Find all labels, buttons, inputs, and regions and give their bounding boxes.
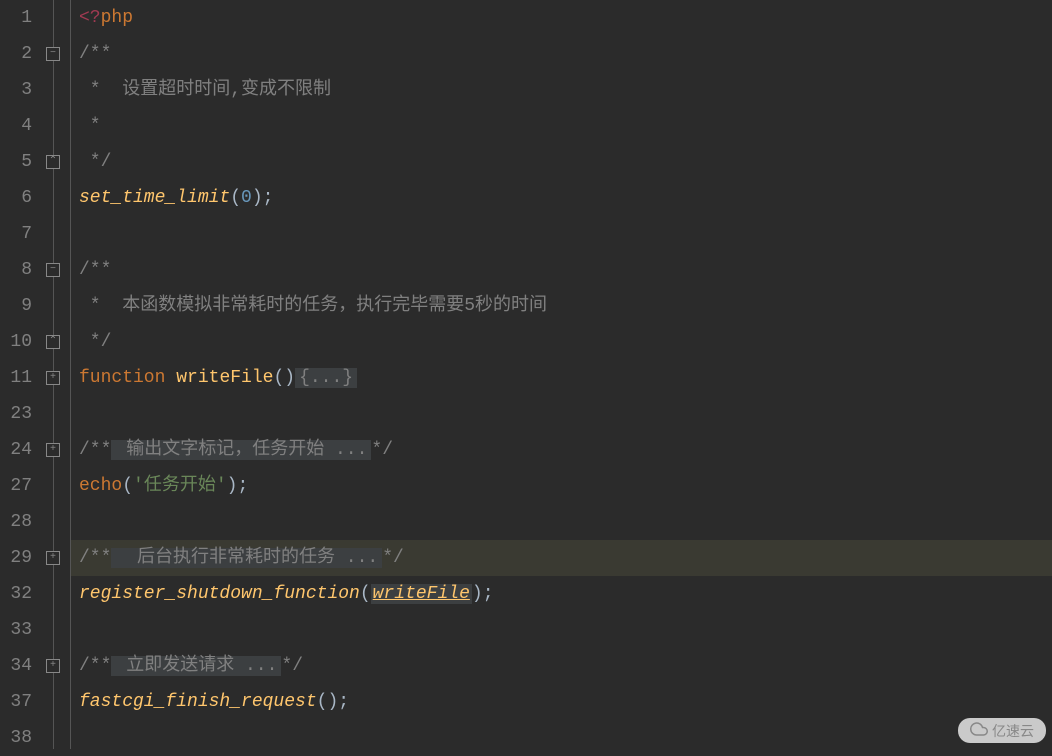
fold-gutter: − ⌃ − ⌃ + + + +	[40, 0, 70, 749]
code-line[interactable]: <?php	[71, 0, 1052, 36]
fold-toggle-plus-icon[interactable]: +	[46, 371, 60, 385]
line-number: 34	[0, 648, 32, 684]
folded-region: 立即发送请求 ...	[111, 656, 281, 676]
folded-region: 输出文字标记，任务开始 ...	[111, 440, 371, 460]
watermark-badge: 亿速云	[958, 718, 1046, 743]
fold-toggle-plus-icon[interactable]: +	[46, 551, 60, 565]
fold-toggle-plus-icon[interactable]: +	[46, 443, 60, 457]
line-number: 28	[0, 504, 32, 540]
code-line[interactable]: fastcgi_finish_request();	[71, 684, 1052, 720]
code-line[interactable]: register_shutdown_function(writeFile);	[71, 576, 1052, 612]
line-number: 9	[0, 288, 32, 324]
code-line[interactable]	[71, 396, 1052, 432]
fold-end-icon[interactable]: ⌃	[46, 335, 60, 349]
code-line-current[interactable]: /** 后台执行非常耗时的任务 ...*/	[71, 540, 1052, 576]
line-number: 8	[0, 252, 32, 288]
line-number: 10	[0, 324, 32, 360]
code-line[interactable]: /** 立即发送请求 ...*/	[71, 648, 1052, 684]
code-content[interactable]: <?php /** * 设置超时时间,变成不限制 * */ set_time_l…	[70, 0, 1052, 749]
folded-region: {...}	[295, 368, 357, 388]
code-line[interactable]: /** 输出文字标记，任务开始 ...*/	[71, 432, 1052, 468]
code-line[interactable]: *	[71, 108, 1052, 144]
line-number: 29	[0, 540, 32, 576]
code-line[interactable]	[71, 504, 1052, 540]
code-line[interactable]: */	[71, 324, 1052, 360]
line-number: 1	[0, 0, 32, 36]
line-number: 6	[0, 180, 32, 216]
code-line[interactable]: * 设置超时时间,变成不限制	[71, 72, 1052, 108]
line-number: 38	[0, 720, 32, 756]
line-number-gutter: 1 2 3 4 5 6 7 8 9 10 11 23 24 27 28 29 3…	[0, 0, 40, 749]
line-number: 7	[0, 216, 32, 252]
line-number: 23	[0, 396, 32, 432]
code-editor: 1 2 3 4 5 6 7 8 9 10 11 23 24 27 28 29 3…	[0, 0, 1052, 749]
fold-end-icon[interactable]: ⌃	[46, 155, 60, 169]
line-number: 4	[0, 108, 32, 144]
line-number: 27	[0, 468, 32, 504]
line-number: 24	[0, 432, 32, 468]
code-line[interactable]: * 本函数模拟非常耗时的任务，执行完毕需要5秒的时间	[71, 288, 1052, 324]
folded-region: 后台执行非常耗时的任务 ...	[111, 548, 382, 568]
watermark-text: 亿速云	[992, 721, 1034, 741]
code-line[interactable]: set_time_limit(0);	[71, 180, 1052, 216]
line-number: 11	[0, 360, 32, 396]
code-line[interactable]: function writeFile(){...}	[71, 360, 1052, 396]
code-line[interactable]	[71, 612, 1052, 648]
line-number: 3	[0, 72, 32, 108]
code-line[interactable]	[71, 216, 1052, 252]
line-number: 33	[0, 612, 32, 648]
code-line[interactable]: */	[71, 144, 1052, 180]
fold-toggle-minus-icon[interactable]: −	[46, 47, 60, 61]
line-number: 32	[0, 576, 32, 612]
line-number: 5	[0, 144, 32, 180]
line-number: 2	[0, 36, 32, 72]
code-line[interactable]: echo('任务开始');	[71, 468, 1052, 504]
fold-toggle-minus-icon[interactable]: −	[46, 263, 60, 277]
cloud-icon	[970, 720, 988, 741]
code-line[interactable]: /**	[71, 252, 1052, 288]
code-line[interactable]	[71, 720, 1052, 756]
code-line[interactable]: /**	[71, 36, 1052, 72]
line-number: 37	[0, 684, 32, 720]
fold-toggle-plus-icon[interactable]: +	[46, 659, 60, 673]
